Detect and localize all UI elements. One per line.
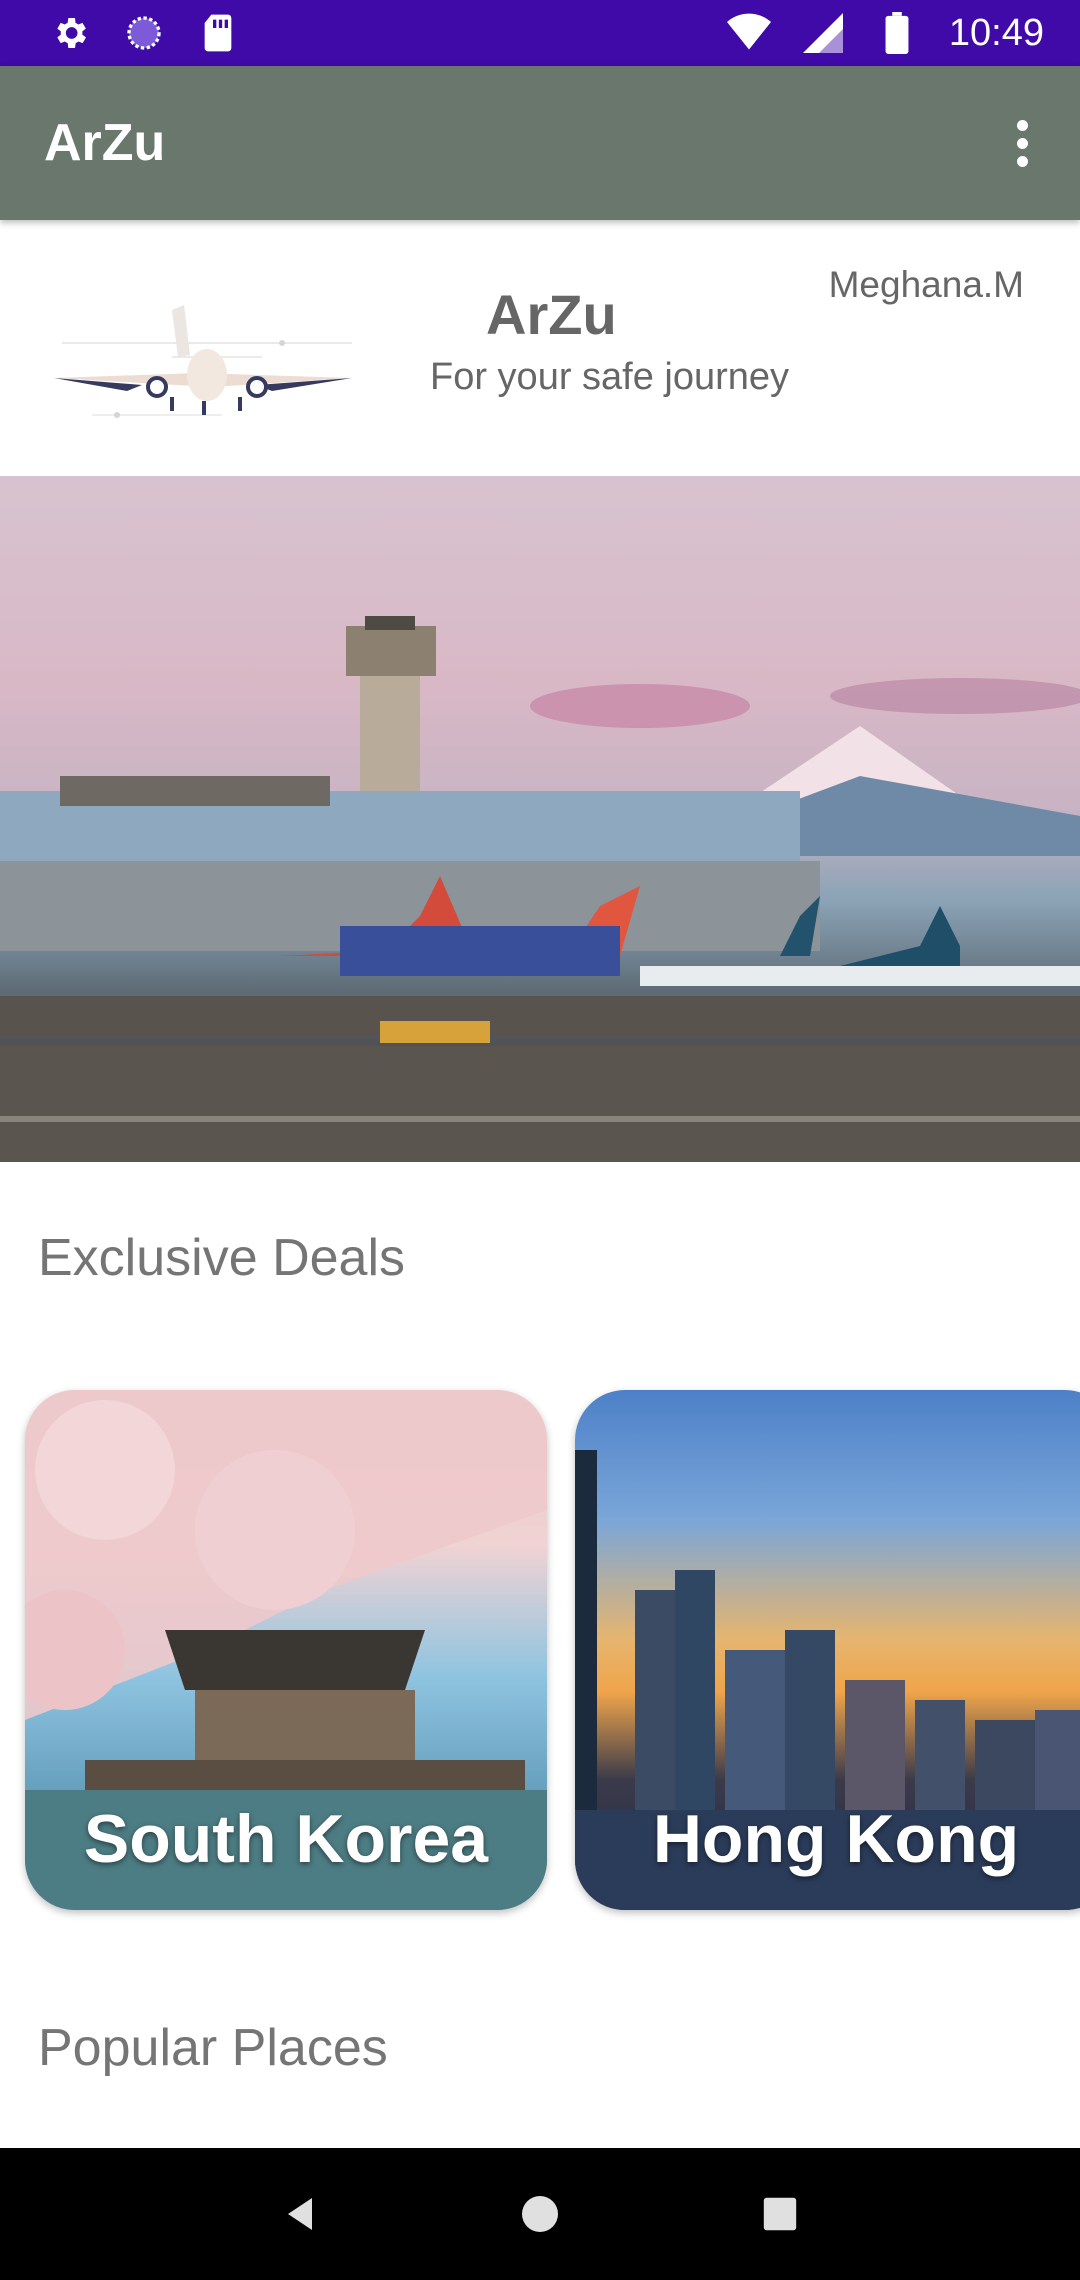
airport-photo: [0, 616, 1080, 1162]
recents-icon[interactable]: [740, 2174, 820, 2254]
sync-icon: [122, 11, 166, 55]
signal-icon: [801, 11, 845, 55]
airplane-icon: [54, 305, 352, 418]
status-right-icons: 10:49: [726, 11, 1044, 55]
user-name: Meghana.M: [828, 264, 1024, 305]
wifi-icon: [726, 11, 771, 55]
back-icon[interactable]: [260, 2174, 340, 2254]
home-icon[interactable]: [500, 2174, 580, 2254]
more-vert-icon[interactable]: [992, 103, 1052, 183]
status-left-icons: [48, 11, 240, 55]
status-time: 10:49: [948, 11, 1044, 54]
navigation-bar: [0, 2148, 1080, 2280]
battery-icon: [875, 11, 919, 55]
brand-tagline: For your safe journey: [430, 356, 790, 398]
settings-icon: [48, 11, 92, 55]
hero-image: [0, 476, 1080, 1162]
deal-card-hong-kong[interactable]: Hong Kong: [575, 1390, 1080, 1910]
app-bar: ArZu: [0, 66, 1080, 220]
app-title: ArZu: [44, 114, 166, 172]
deal-card-south-korea[interactable]: South Korea: [25, 1390, 547, 1910]
section-title-popular-places: Popular Places: [38, 2019, 388, 2077]
brand-name: ArZu: [486, 283, 617, 346]
header-card: ArZu For your safe journey Meghana.M: [0, 220, 1080, 476]
sd-card-icon: [196, 11, 240, 55]
section-title-exclusive-deals: Exclusive Deals: [38, 1229, 406, 1287]
status-bar: 10:49: [0, 0, 1080, 66]
deal-label: Hong Kong: [652, 1801, 1020, 1877]
deal-label: South Korea: [83, 1801, 489, 1877]
